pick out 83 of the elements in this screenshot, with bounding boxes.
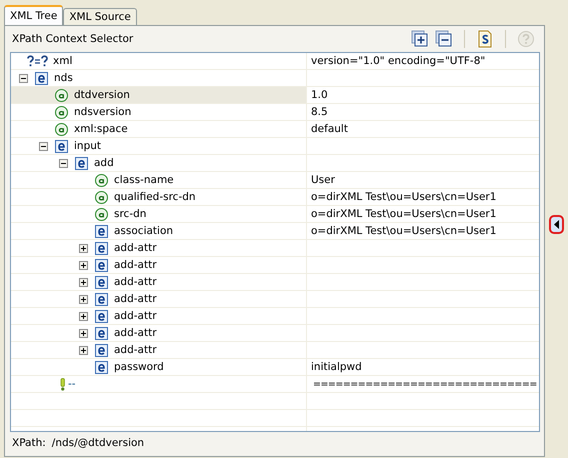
node-value: o=dirXML Test\ou=Users\cn=User1	[311, 225, 496, 237]
element-icon	[55, 140, 68, 152]
node-value: version="1.0" encoding="UTF-8"	[311, 55, 486, 67]
tree-node[interactable]: class-name	[11, 172, 307, 188]
collapse-panel-button[interactable]	[549, 215, 564, 234]
node-name: class-name	[114, 174, 174, 186]
node-name: --	[68, 378, 76, 390]
node-name: ndsversion	[74, 106, 132, 118]
expand-icon[interactable]	[79, 328, 88, 338]
node-name: add-attr	[114, 327, 157, 339]
node-name: xml:space	[74, 123, 128, 135]
tree-node[interactable]: qualified-src-dn	[11, 189, 307, 205]
collapse-all-icon[interactable]	[434, 30, 454, 48]
expand-icon[interactable]	[79, 294, 88, 304]
node-value: 1.0	[311, 89, 328, 101]
tree-node[interactable]: add-attr	[11, 308, 307, 324]
element-icon	[95, 242, 108, 254]
node-name: add-attr	[114, 344, 157, 356]
tree-node[interactable]: add-attr	[11, 342, 307, 358]
tree-node[interactable]: password	[11, 359, 307, 375]
node-value: default	[311, 123, 348, 135]
node-name: input	[74, 140, 102, 152]
node-value: o=dirXML Test\ou=Users\cn=User1	[311, 191, 496, 203]
node-value: User	[311, 174, 335, 186]
node-value: ==============================	[312, 378, 537, 390]
element-icon	[95, 276, 108, 288]
node-name: add	[94, 157, 114, 169]
element-icon	[95, 360, 108, 374]
tree-node[interactable]: xml:space	[11, 121, 307, 137]
node-name: dtdversion	[74, 89, 130, 101]
node-name: src-dn	[114, 208, 146, 220]
tab[interactable]: XML Tree	[4, 5, 64, 25]
element-icon	[75, 156, 88, 170]
expand-icon[interactable]	[79, 278, 88, 286]
element-icon	[95, 310, 108, 322]
element-icon	[95, 258, 108, 272]
node-name: qualified-src-dn	[114, 191, 196, 203]
node-name: password	[114, 361, 164, 373]
collapse-icon[interactable]	[59, 158, 68, 168]
expand-icon[interactable]	[79, 244, 88, 252]
element-icon	[95, 224, 108, 238]
collapse-icon[interactable]	[39, 142, 48, 150]
tree-node[interactable]: dtdversion	[11, 87, 307, 103]
node-value: initialpwd	[311, 361, 362, 373]
tab[interactable]: XML Source	[63, 8, 137, 25]
tree-node[interactable]: ndsversion	[11, 104, 307, 120]
xpath-label: XPath:	[12, 437, 46, 449]
node-name: xml	[53, 55, 72, 67]
node-name: association	[114, 225, 174, 237]
caret-left-icon	[554, 220, 560, 229]
xpath-value: /nds/@dtdversion	[52, 437, 144, 449]
node-value: 8.5	[311, 106, 328, 118]
processing-instruction-icon	[27, 55, 49, 67]
tree-node[interactable]: nds	[11, 70, 307, 86]
tree-node[interactable]: add-attr	[11, 240, 307, 256]
node-name: add-attr	[114, 293, 157, 305]
comment-icon	[60, 378, 66, 390]
expand-icon[interactable]	[79, 346, 88, 354]
element-icon	[95, 292, 108, 306]
node-name: nds	[54, 72, 73, 84]
tree-node[interactable]: add-attr	[11, 257, 307, 273]
node-name: add-attr	[114, 242, 157, 254]
tree-node[interactable]: xml	[11, 53, 307, 69]
collapse-icon[interactable]	[19, 74, 28, 82]
node-name: add-attr	[114, 310, 157, 322]
element-icon	[95, 326, 108, 340]
panel-title: XPath Context Selector	[12, 32, 134, 44]
expand-all-icon[interactable]	[410, 30, 430, 48]
expand-icon[interactable]	[79, 260, 88, 270]
element-icon	[95, 344, 108, 356]
node-name: add-attr	[114, 259, 157, 271]
tree-node[interactable]: add-attr	[11, 274, 307, 290]
node-value: o=dirXML Test\ou=Users\cn=User1	[311, 208, 496, 220]
tree-node[interactable]: add	[11, 155, 307, 171]
tree-node[interactable]: association	[11, 223, 307, 239]
tree-node[interactable]: add-attr	[11, 325, 307, 341]
element-icon	[35, 72, 48, 84]
node-name: add-attr	[114, 276, 157, 288]
tree-node[interactable]: --	[11, 376, 307, 392]
tree-node[interactable]: src-dn	[11, 206, 307, 222]
expand-icon[interactable]	[79, 312, 88, 320]
tree-node[interactable]: add-attr	[11, 291, 307, 307]
tree-node[interactable]: input	[11, 138, 307, 154]
